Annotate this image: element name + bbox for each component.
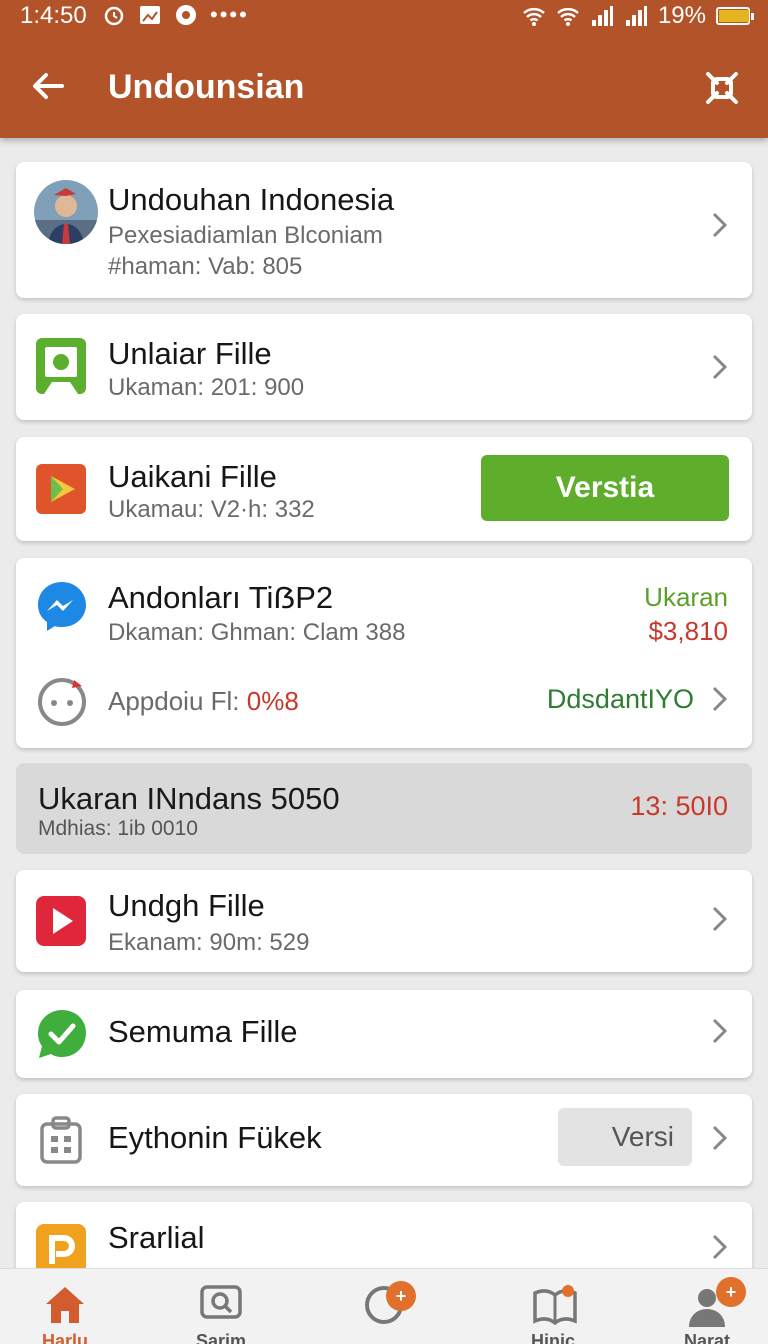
- nav-library[interactable]: Hinic: [498, 1269, 608, 1344]
- version-button[interactable]: Versi: [558, 1108, 692, 1166]
- nav-label: Narat: [683, 1331, 731, 1344]
- item-title: Semuma Fille: [108, 1014, 298, 1049]
- status-time: 1:4:50: [20, 2, 87, 29]
- version-button[interactable]: Verstia: [481, 455, 729, 521]
- video-player-icon: [36, 896, 86, 946]
- summary-title: Ukaran INndans 5050: [38, 781, 340, 816]
- clipboard-icon: [40, 1116, 82, 1164]
- summary-subtitle: Mdhias: 1ib 0010: [38, 817, 198, 840]
- wifi-icon: [557, 8, 579, 26]
- item-detail: #haman: Vab: 805: [108, 253, 303, 280]
- whatsapp-icon: [38, 1010, 86, 1058]
- item-label-right: Ukaran: [644, 582, 728, 612]
- notification-dots: ••••: [210, 2, 249, 27]
- item-title: Eythonin Fükek: [108, 1120, 322, 1155]
- list-item[interactable]: Unlaiar Fille Ukaman: 201: 900: [16, 314, 752, 420]
- battery-percent: 19%: [657, 2, 706, 29]
- item-subtitle: Dkaman: Ghman: Clam 388: [108, 619, 406, 646]
- list-item[interactable]: Eythonin Fükek Versi: [16, 1094, 752, 1186]
- play-store-icon: [36, 464, 86, 514]
- chevron-right-icon: [712, 686, 728, 712]
- list-item[interactable]: Semuma Fille: [16, 990, 752, 1078]
- item-title: Andonları TiẞP2: [108, 580, 334, 615]
- expand-icon[interactable]: [702, 68, 742, 108]
- item-title: Undgh Fille: [108, 888, 265, 923]
- avatar: [34, 180, 98, 244]
- nav-label: Harlu: [41, 1331, 88, 1344]
- nav-badge: +: [386, 1281, 416, 1311]
- battery-icon: [716, 7, 754, 25]
- android-file-icon: [36, 338, 86, 394]
- summary-panel: Ukaran INndans 5050 Mdhias: 1ib 0010 13:…: [16, 763, 752, 854]
- signal-icon: [625, 6, 647, 26]
- item-subtitle: Ukamau: V2·h: 332: [108, 496, 315, 523]
- nav-badge: +: [716, 1277, 746, 1307]
- list-item[interactable]: Undgh Fille Ekanam: 90m: 529: [16, 870, 752, 972]
- page-title: Undounsian: [108, 68, 305, 106]
- progress-value: 0%8: [246, 686, 299, 716]
- chevron-right-icon: [712, 354, 728, 380]
- item-subtitle: Pexesiadiamlan Blconiam: [108, 222, 383, 249]
- search-icon: [200, 1285, 242, 1319]
- item-title: Undouhan Indonesia: [108, 182, 395, 217]
- chevron-right-icon: [712, 1125, 728, 1151]
- nav-account[interactable]: + Narat: [652, 1269, 762, 1344]
- chevron-right-icon: [712, 1018, 728, 1044]
- bottom-navigation: Harlu Sarim + Hinic + Narat: [0, 1268, 768, 1344]
- summary-value: 13: 50I0: [630, 791, 728, 821]
- status-bar: 1:4:50 •••• 19%: [0, 0, 768, 34]
- list-item[interactable]: Andonları TiẞP2 Dkaman: Ghman: Clam 388 …: [16, 558, 752, 748]
- app-header: 1:4:50 •••• 19% Undounsian: [0, 0, 768, 138]
- record-icon: [176, 5, 196, 25]
- image-icon: [140, 6, 160, 24]
- item-price: $3,810: [648, 616, 728, 646]
- status-text: DdsdantIYO: [546, 684, 694, 714]
- progress-label: Appdoiu Fl:: [108, 686, 240, 716]
- signal-icon: [591, 6, 613, 26]
- alarm-icon: [104, 6, 124, 26]
- chevron-right-icon: [712, 212, 728, 238]
- list-item[interactable]: Uaikani Fille Ukamau: V2·h: 332 Verstia: [16, 437, 752, 541]
- nav-label: Sarim: [195, 1331, 247, 1344]
- messenger-icon: [38, 582, 86, 631]
- home-icon: [46, 1287, 84, 1323]
- nav-search[interactable]: Sarim: [166, 1269, 276, 1344]
- book-icon: [533, 1285, 577, 1325]
- nav-updates[interactable]: +: [330, 1269, 440, 1344]
- nav-home[interactable]: Harlu: [10, 1269, 120, 1344]
- item-subtitle: Ukaman: 201: 900: [108, 374, 305, 401]
- item-subtitle: Ekanam: 90m: 529: [108, 929, 310, 956]
- item-title: Unlaiar Fille: [108, 336, 272, 371]
- app-p-icon: [36, 1224, 86, 1274]
- item-title: Srarlial: [108, 1220, 205, 1255]
- wifi-icon: [523, 8, 545, 26]
- nav-label: Hinic: [530, 1331, 575, 1344]
- chevron-right-icon: [712, 1234, 728, 1260]
- chevron-right-icon: [712, 906, 728, 932]
- back-arrow-icon[interactable]: [28, 66, 68, 106]
- list-item[interactable]: Undouhan Indonesia Pexesiadiamlan Blconi…: [16, 162, 752, 298]
- timer-icon: [38, 678, 86, 726]
- item-title: Uaikani Fille: [108, 459, 277, 494]
